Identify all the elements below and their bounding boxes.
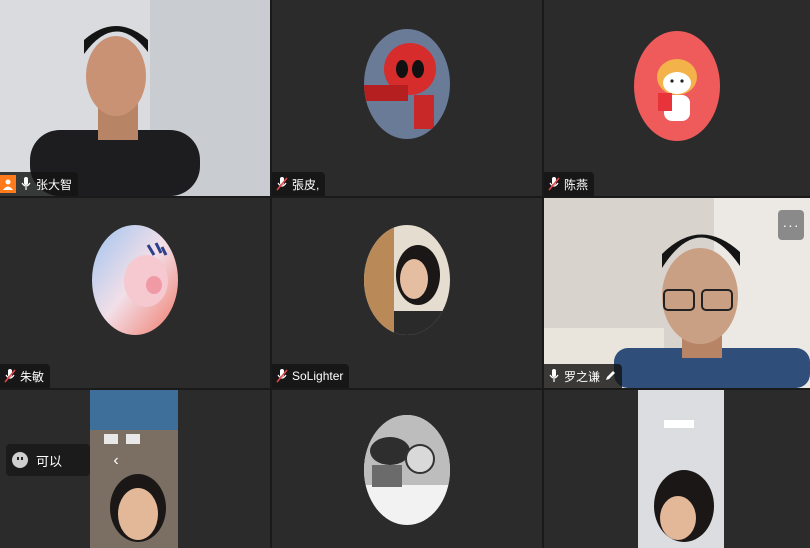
name-bar: SoLighter bbox=[272, 364, 350, 388]
participant-tile-8[interactable] bbox=[272, 390, 542, 548]
avatar bbox=[92, 225, 178, 335]
participant-tile-zhang-dazhi[interactable]: 张大智 bbox=[0, 0, 270, 196]
name-bar: 罗之谦 bbox=[544, 364, 623, 388]
mic-muted-icon bbox=[276, 177, 288, 191]
participant-tile-2[interactable]: 張​皮, bbox=[272, 0, 542, 196]
mic-muted-icon bbox=[4, 369, 16, 383]
participant-name: 張​皮, bbox=[292, 177, 320, 192]
participant-tile-luo-zhiqian[interactable]: ··· 罗之谦 bbox=[544, 198, 810, 388]
participant-tile-9[interactable] bbox=[544, 390, 810, 548]
participant-video bbox=[0, 0, 270, 196]
participant-name: 罗之谦 bbox=[564, 369, 601, 384]
chat-message-text: 可以 bbox=[36, 453, 63, 469]
name-bar: 陈燕 bbox=[544, 172, 595, 196]
mic-muted-icon bbox=[276, 369, 288, 383]
avatar bbox=[364, 29, 450, 139]
name-bar: 张大智 bbox=[0, 172, 79, 196]
participant-video bbox=[544, 390, 810, 548]
mic-icon bbox=[21, 177, 31, 190]
participant-tile-zhu-min[interactable]: 朱敏 bbox=[0, 198, 270, 388]
name-bar: 張​皮, bbox=[272, 172, 326, 196]
chevron-left-icon[interactable]: ‹ bbox=[106, 450, 126, 472]
avatar bbox=[364, 415, 450, 525]
mic-muted-icon bbox=[548, 177, 560, 191]
grid-divider bbox=[0, 196, 810, 198]
emoji-face-icon bbox=[12, 452, 28, 468]
grid-divider bbox=[270, 0, 272, 548]
avatar bbox=[634, 31, 720, 141]
name-bar: 朱敏 bbox=[0, 364, 51, 388]
avatar bbox=[364, 225, 450, 335]
grid-divider bbox=[542, 0, 544, 548]
participant-tile-solighter[interactable]: SoLighter bbox=[272, 198, 542, 388]
participant-name: 朱敏 bbox=[20, 369, 45, 384]
chat-message-bubble[interactable]: 可以 bbox=[6, 444, 90, 476]
mic-icon bbox=[549, 369, 559, 382]
pencil-icon bbox=[606, 371, 616, 380]
participant-tile-chen-yan[interactable]: 陈燕 bbox=[544, 0, 810, 196]
video-grid: 张大智 張​皮, bbox=[0, 0, 810, 548]
participant-name: 陈燕 bbox=[564, 177, 589, 192]
participant-name: 张大智 bbox=[36, 177, 73, 192]
more-options-button[interactable]: ··· bbox=[778, 210, 804, 240]
grid-divider bbox=[0, 388, 810, 390]
participant-name: SoLighter bbox=[292, 369, 344, 383]
participant-video bbox=[544, 198, 810, 388]
host-icon bbox=[0, 175, 16, 193]
